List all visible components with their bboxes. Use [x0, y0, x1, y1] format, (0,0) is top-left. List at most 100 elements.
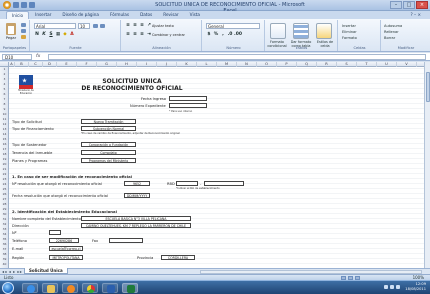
tipo-sostenedor-field[interactable]: Corporación o Fundación — [81, 142, 136, 147]
tipo-solicitud-field[interactable]: Nuevo Tramitación — [81, 119, 136, 124]
align-top-icon[interactable]: ≡ — [125, 23, 131, 29]
n-resolucion-field[interactable]: 9652 — [124, 181, 150, 186]
row-header[interactable]: 40 — [0, 262, 9, 266]
cut-icon[interactable] — [21, 23, 26, 27]
format-painter-icon[interactable] — [21, 35, 26, 39]
row-header[interactable]: 31 — [0, 217, 9, 221]
align-left-icon[interactable]: ≡ — [125, 32, 131, 38]
row-header[interactable]: 5 — [0, 87, 9, 91]
fill-color-icon[interactable]: ◆ — [62, 32, 68, 38]
row-header[interactable]: 38 — [0, 252, 9, 256]
worksheet-grid[interactable]: Ministerio de Educación SOLICITUD UNICA … — [9, 67, 424, 268]
tab-formulas[interactable]: Fórmulas — [105, 11, 134, 19]
row-header[interactable]: 4 — [0, 82, 9, 86]
underline-icon[interactable]: S — [48, 32, 54, 38]
close-button[interactable]: × — [416, 1, 428, 9]
row-header[interactable]: 10 — [0, 112, 9, 116]
tab-insertar[interactable]: Insertar — [30, 11, 56, 19]
conditional-format-icon[interactable] — [270, 23, 286, 39]
row-header[interactable]: 39 — [0, 257, 9, 261]
grow-font-icon[interactable] — [93, 24, 98, 28]
maximize-button[interactable]: □ — [403, 1, 415, 9]
redo-icon[interactable] — [29, 2, 35, 8]
row-header[interactable]: 34 — [0, 232, 9, 236]
row-header[interactable]: 36 — [0, 242, 9, 246]
row-header[interactable]: 3 — [0, 77, 9, 81]
tenencia-field[interactable]: Comodato — [81, 150, 136, 155]
row-header[interactable]: 13 — [0, 127, 9, 131]
row-header[interactable]: 23 — [0, 177, 9, 181]
taskbar-excel-icon[interactable] — [122, 283, 138, 293]
currency-icon[interactable]: $ — [206, 32, 212, 38]
row-header[interactable]: 6 — [0, 92, 9, 96]
tab-vista[interactable]: Vista — [185, 11, 205, 19]
wrap-text-button[interactable]: Ajustar texto — [152, 24, 174, 28]
row-header[interactable]: 30 — [0, 212, 9, 216]
row-header[interactable]: 32 — [0, 222, 9, 226]
tab-datos[interactable]: Datos — [135, 11, 157, 19]
row-header[interactable]: 16 — [0, 142, 9, 146]
tab-diseno-pagina[interactable]: Diseño de página — [57, 11, 104, 19]
name-box[interactable]: D10 — [2, 54, 32, 60]
minimize-button[interactable]: – — [390, 1, 402, 9]
decrease-decimal-icon[interactable]: .00 — [234, 32, 242, 38]
row-header[interactable]: 18 — [0, 152, 9, 156]
tab-inicio[interactable]: Inicio — [6, 11, 30, 19]
merge-center-button[interactable]: Combinar y centrar — [152, 33, 185, 37]
row-header[interactable]: 8 — [0, 102, 9, 106]
row-header[interactable]: 15 — [0, 137, 9, 141]
numero-field[interactable] — [49, 230, 61, 235]
shrink-font-icon[interactable] — [100, 24, 105, 28]
office-button-icon[interactable] — [3, 1, 11, 9]
font-color-icon[interactable]: A — [69, 32, 75, 38]
row-header[interactable]: 25 — [0, 187, 9, 191]
row-header[interactable]: 11 — [0, 117, 9, 121]
fax-field[interactable] — [109, 238, 143, 243]
font-name-select[interactable]: Arial — [34, 23, 76, 29]
row-header[interactable]: 22 — [0, 172, 9, 176]
start-button[interactable] — [2, 282, 14, 294]
row-header[interactable]: 29 — [0, 207, 9, 211]
direccion-field[interactable]: CAMINO QUELTEHUES, KM 7 REPLEGO LA PARRE… — [81, 223, 191, 228]
row-header[interactable]: 35 — [0, 237, 9, 241]
rbd-field[interactable] — [176, 181, 198, 186]
taskbar-explorer-icon[interactable] — [42, 283, 58, 293]
row-header[interactable]: 2 — [0, 72, 9, 76]
help-icon[interactable]: ? – × — [406, 11, 427, 19]
increase-decimal-icon[interactable]: .0 — [227, 32, 233, 38]
row-header[interactable]: 7 — [0, 97, 9, 101]
row-header[interactable]: 33 — [0, 227, 9, 231]
row-header[interactable]: 37 — [0, 247, 9, 251]
clock[interactable]: 12:09 18/08/2011 — [405, 282, 426, 292]
align-bottom-icon[interactable]: ≡ — [139, 23, 145, 29]
align-center-icon[interactable]: ≡ — [132, 32, 138, 38]
nombre-field[interactable]: ESCUELA BASICA N°3 VILLA PELICANA — [81, 216, 191, 221]
row-header[interactable]: 12 — [0, 122, 9, 126]
network-icon[interactable] — [384, 285, 388, 289]
format-cells-button[interactable]: Formato — [342, 35, 357, 41]
percent-icon[interactable]: % — [213, 32, 219, 38]
tab-revisar[interactable]: Revisar — [158, 11, 183, 19]
row-header[interactable]: 27 — [0, 197, 9, 201]
cell-styles-icon[interactable] — [316, 23, 332, 39]
tipo-financiamiento-field[interactable]: Subvención Normal — [81, 126, 136, 131]
paste-button[interactable]: Pegar — [4, 22, 18, 40]
fx-icon[interactable]: fx — [36, 54, 40, 59]
row-header[interactable]: 9 — [0, 107, 9, 111]
fecha-ingreso-field[interactable] — [169, 96, 207, 101]
comma-icon[interactable]: , — [220, 32, 226, 38]
rbd-digit-field[interactable] — [204, 181, 244, 186]
formula-input[interactable] — [48, 54, 426, 60]
numero-expediente-field[interactable] — [169, 103, 207, 108]
format-as-table-icon[interactable] — [293, 23, 309, 39]
taskbar-word-icon[interactable] — [102, 283, 118, 293]
italic-icon[interactable]: K — [41, 32, 47, 38]
row-header[interactable]: 26 — [0, 192, 9, 196]
row-header[interactable]: 19 — [0, 157, 9, 161]
taskbar-chrome-icon[interactable] — [82, 283, 98, 293]
fecha-resolucion-field[interactable]: DD/MM/YYYY — [124, 193, 150, 198]
vertical-scrollbar[interactable] — [424, 62, 430, 268]
telefono-field[interactable]: 22690286 — [49, 238, 79, 243]
row-header[interactable]: 14 — [0, 132, 9, 136]
planes-field[interactable]: Programas del Ministerio — [81, 158, 136, 163]
